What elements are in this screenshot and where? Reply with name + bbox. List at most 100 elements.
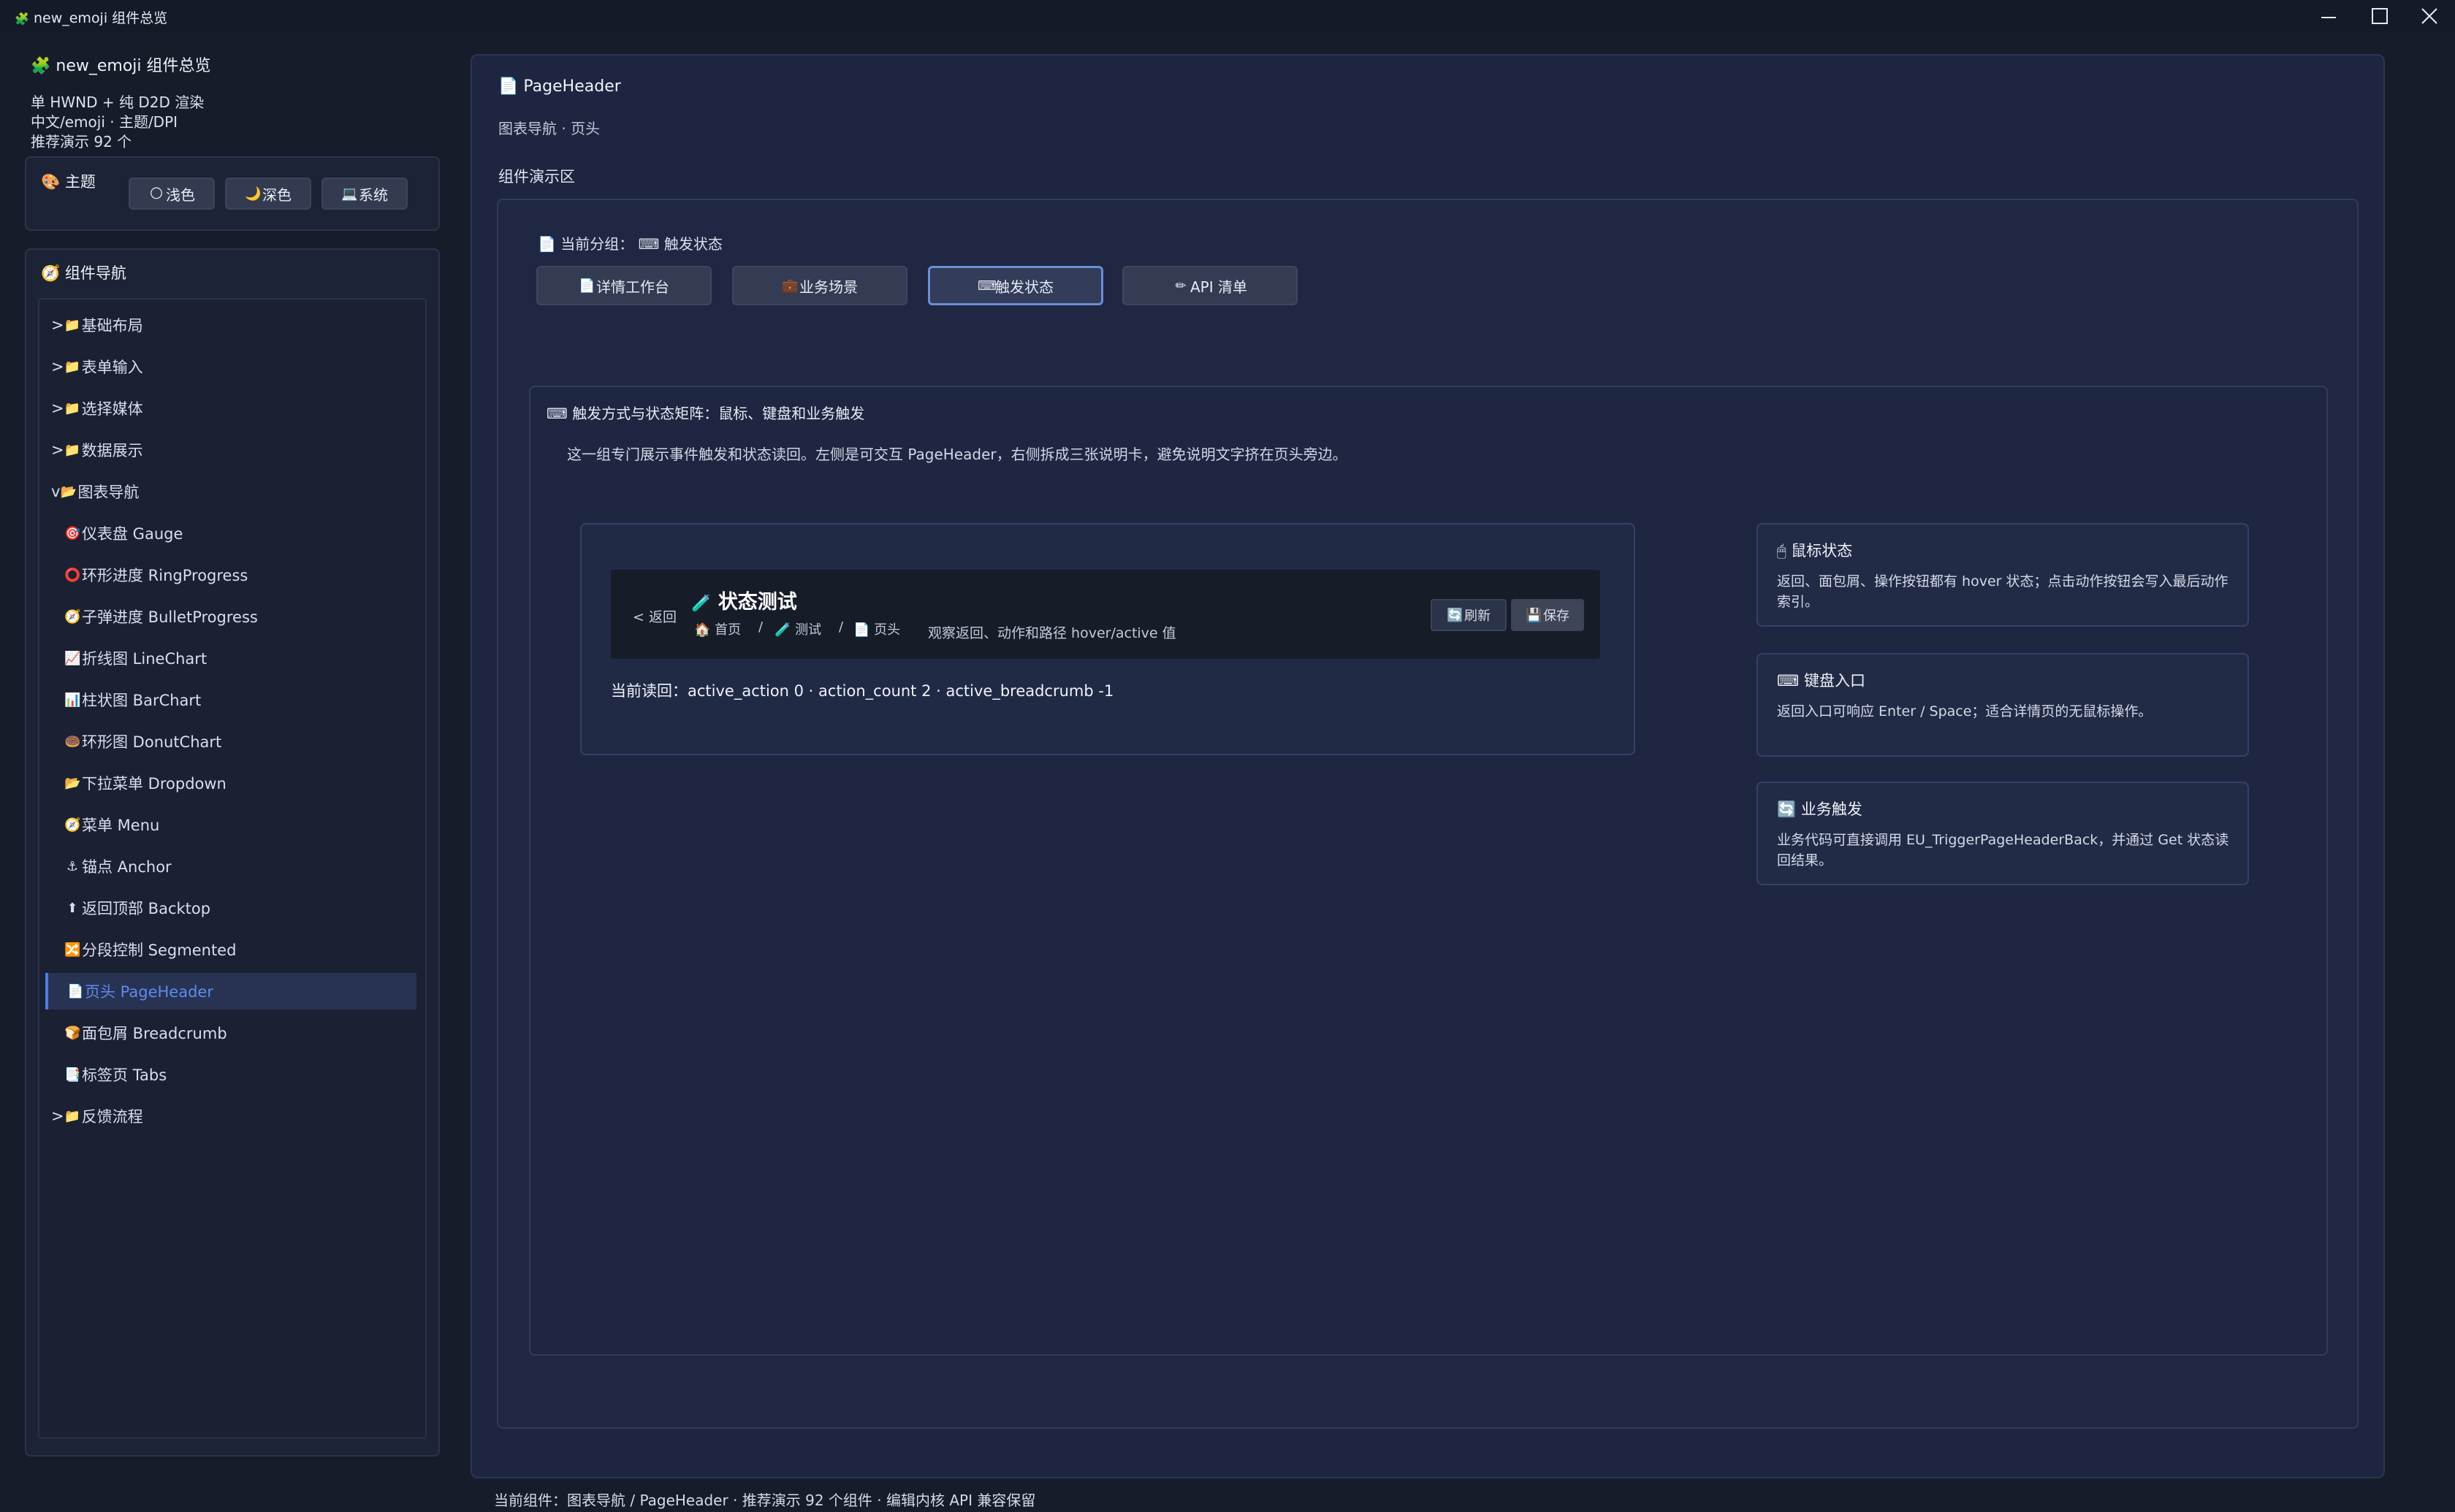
state-readback: 当前读回：active_action 0 · action_count 2 · … (611, 682, 1114, 700)
card-text: 返回入口可响应 Enter / Space；适合详情页的无鼠标操作。 (1777, 703, 2153, 719)
theme-label: 🎨 主题 (41, 170, 96, 192)
card-title: 🔄 业务触发 (1777, 798, 1862, 820)
nav-item-label: 环形进度 RingProgress (82, 567, 248, 584)
nav-item-label: 仪表盘 Gauge (82, 525, 183, 543)
document-icon: 📄 (579, 278, 595, 294)
nav-item-label: 菜单 Menu (82, 817, 160, 834)
nav-item-segmented[interactable]: 🔀 分段控制 Segmented (45, 931, 416, 968)
nav-item-label: 分段控制 Segmented (82, 942, 237, 959)
theme-dark-button[interactable]: 🌙 深色 (225, 177, 311, 210)
collapse-chevron-icon: v (51, 483, 61, 500)
open-folder-icon: 📂 (60, 484, 77, 500)
breadcrumb-test[interactable]: 🧪 测试 (774, 619, 821, 638)
card-title-text: 键盘入口 (1804, 672, 1865, 690)
nav-group-data-display[interactable]: > 📁 数据展示 (45, 432, 416, 468)
keyboard-icon: ⌨ (638, 235, 660, 253)
nav-item-tabs[interactable]: 📑 标签页 Tabs (45, 1056, 416, 1093)
refresh-button[interactable]: 🔄 刷新 (1431, 599, 1507, 631)
refresh-icon: 🔄 (1447, 607, 1464, 623)
tab-api-list[interactable]: ✏ API 清单 (1122, 266, 1298, 305)
folder-icon: 📁 (64, 442, 81, 458)
expand-chevron-icon: > (51, 316, 64, 334)
theme-light-label: 浅色 (166, 186, 195, 204)
nav-group-feedback-flow[interactable]: > 📁 反馈流程 (45, 1098, 416, 1134)
document-icon: 📄 (853, 622, 870, 638)
nav-item-page-header[interactable]: 📄 页头 PageHeader (45, 973, 416, 1009)
theme-dark-label: 深色 (262, 186, 292, 204)
compass-icon: 🧭 (64, 817, 81, 833)
app-title: 🧩 new_emoji 组件总览 (31, 53, 211, 76)
tab-business-scenario[interactable]: 💼 业务场景 (732, 266, 907, 305)
compass-icon: 🧭 (41, 264, 61, 282)
nav-item-label: 返回顶部 Backtop (82, 900, 211, 917)
theme-label-text: 主题 (64, 173, 96, 191)
sun-icon: 🌕 (149, 186, 164, 202)
back-button[interactable]: < 返回 (633, 606, 677, 626)
window-app-icon: 🧩 (15, 12, 29, 26)
home-icon: 🏠 (694, 622, 711, 638)
current-group: 📄 当前分组： ⌨ 触发状态 (538, 232, 723, 253)
breadcrumb-label: 页头 (874, 622, 901, 638)
nav-item-breadcrumb[interactable]: 🍞 面包屑 Breadcrumb (45, 1015, 416, 1051)
document-icon: 📄 (498, 77, 519, 96)
nav-item-label: 折线图 LineChart (82, 650, 208, 668)
nav-item-line-chart[interactable]: 📈 折线图 LineChart (45, 640, 416, 676)
theme-system-button[interactable]: 💻 系统 (321, 177, 408, 210)
window-title-text: new_emoji 组件总览 (33, 10, 168, 26)
folder-icon: 📁 (64, 1108, 81, 1124)
target-icon: 🎯 (64, 525, 81, 541)
refresh-label: 刷新 (1464, 608, 1491, 624)
maximize-button[interactable] (2354, 0, 2405, 32)
computer-icon: 💻 (341, 186, 358, 202)
minimize-button[interactable] (2303, 0, 2354, 32)
nav-item-ring-progress[interactable]: ⭕ 环形进度 RingProgress (45, 557, 416, 593)
ring-icon: ⭕ (64, 567, 81, 583)
breadcrumb-page-header[interactable]: 📄 页头 (853, 619, 900, 638)
shuffle-icon: 🔀 (64, 942, 81, 958)
tab-label: 触发状态 (995, 278, 1054, 296)
status-bar: 当前组件：图表导航 / PageHeader · 推荐演示 92 个组件 · 编… (494, 1492, 1036, 1509)
info-line-1: 单 HWND + 纯 D2D 渲染 (31, 93, 205, 111)
nav-group-select-media[interactable]: > 📁 选择媒体 (45, 390, 416, 427)
nav-group-chart-nav[interactable]: v 📂 图表导航 (45, 473, 416, 510)
info-line-3: 推荐演示 92 个 (31, 133, 132, 150)
nav-item-label: 环形图 DonutChart (82, 733, 222, 751)
nav-item-menu[interactable]: 🧭 菜单 Menu (45, 806, 416, 843)
nav-item-anchor[interactable]: ⚓ 锚点 Anchor (45, 848, 416, 885)
nav-item-dropdown[interactable]: 📂 下拉菜单 Dropdown (45, 765, 416, 801)
save-button[interactable]: 💾 保存 (1511, 599, 1584, 631)
nav-item-bullet-progress[interactable]: 🧭 子弹进度 BulletProgress (45, 598, 416, 635)
theme-light-button[interactable]: 🌕 浅色 (129, 177, 215, 210)
folder-icon: 📁 (64, 400, 81, 416)
breadcrumb-separator: / (758, 619, 764, 635)
tabs-icon: 📑 (64, 1066, 81, 1083)
nav-group-form-input[interactable]: > 📁 表单输入 (45, 348, 416, 385)
tab-detail-workbench[interactable]: 📄 详情工作台 (536, 266, 712, 305)
nav-item-backtop[interactable]: ⬆ 返回顶部 Backtop (45, 890, 416, 926)
demo-area-label: 组件演示区 (498, 168, 575, 186)
folder-icon: 📂 (64, 775, 81, 791)
expand-chevron-icon: > (51, 441, 64, 459)
bar-chart-icon: 📊 (64, 692, 81, 708)
nav-item-label: 基础布局 (81, 317, 143, 335)
nav-item-donut-chart[interactable]: 🍩 环形图 DonutChart (45, 723, 416, 760)
document-icon: 📄 (67, 983, 84, 999)
card-title: ⌨ 键盘入口 (1777, 669, 1865, 691)
folder-icon: 📁 (64, 317, 81, 333)
nav-item-label: 锚点 Anchor (82, 858, 172, 876)
observe-hint: 观察返回、动作和路径 hover/active 值 (928, 625, 1176, 641)
line-chart-icon: 📈 (64, 650, 81, 666)
nav-item-label: 页头 PageHeader (85, 983, 213, 1001)
tab-trigger-state[interactable]: ⌨ 触发状态 (928, 266, 1103, 305)
demo-page-title: 🧪 状态测试 (691, 586, 797, 614)
nav-group-basic-layout[interactable]: > 📁 基础布局 (45, 307, 416, 343)
nav-item-bar-chart[interactable]: 📊 柱状图 BarChart (45, 681, 416, 718)
nav-item-gauge[interactable]: 🎯 仪表盘 Gauge (45, 515, 416, 551)
breadcrumb-home[interactable]: 🏠 首页 (694, 619, 741, 638)
app-title-text: new_emoji 组件总览 (56, 57, 211, 75)
folder-icon: 📁 (64, 359, 81, 375)
compass-icon: 🧭 (64, 608, 81, 625)
save-label: 保存 (1543, 608, 1569, 624)
save-icon: 💾 (1526, 607, 1542, 623)
close-button[interactable] (2404, 0, 2455, 32)
